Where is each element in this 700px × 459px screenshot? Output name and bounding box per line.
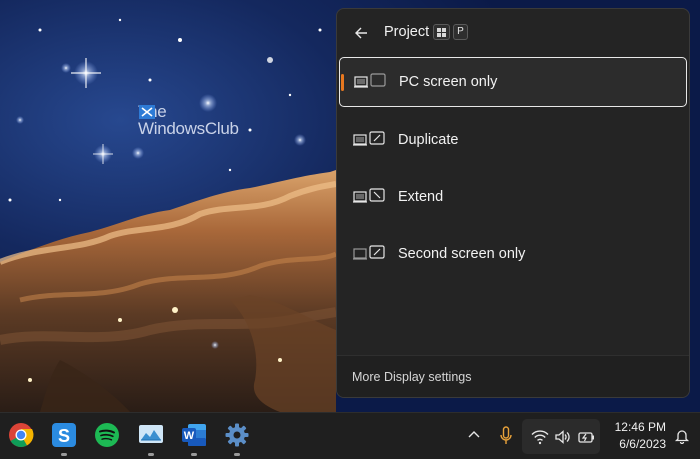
running-indicator xyxy=(191,453,197,456)
settings-icon[interactable] xyxy=(224,422,250,448)
svg-text:S: S xyxy=(58,426,70,446)
svg-text:W: W xyxy=(184,430,195,442)
clock-time: 12:46 PM xyxy=(614,420,666,434)
microphone-icon[interactable] xyxy=(499,426,513,446)
chrome-icon[interactable] xyxy=(8,422,34,448)
snagit-icon[interactable]: S xyxy=(51,422,77,448)
clock[interactable]: 12:46 PM 6/6/2023 xyxy=(606,419,666,453)
option-second-screen-only[interactable]: Second screen only xyxy=(339,230,687,280)
windows-key-icon xyxy=(433,24,450,40)
volume-icon xyxy=(555,430,570,444)
running-indicator xyxy=(148,453,154,456)
option-extend[interactable]: Extend xyxy=(339,173,687,223)
pc-screen-only-icon xyxy=(354,73,386,88)
quick-settings-button[interactable] xyxy=(522,419,600,454)
flyout-footer: More Display settings xyxy=(337,355,689,397)
p-key: P xyxy=(453,24,468,40)
taskbar: S W 12:46 PM 6/6/2023 xyxy=(0,412,700,459)
bell-icon[interactable] xyxy=(674,428,690,444)
more-display-settings-link[interactable]: More Display settings xyxy=(352,370,472,384)
wifi-icon xyxy=(531,430,549,445)
option-duplicate[interactable]: Duplicate xyxy=(339,116,687,166)
duplicate-icon xyxy=(353,131,385,146)
spotify-icon[interactable] xyxy=(94,422,120,448)
extend-icon xyxy=(353,188,385,203)
option-label: Second screen only xyxy=(398,246,526,262)
option-label: Extend xyxy=(398,189,444,205)
photos-icon[interactable] xyxy=(138,422,164,448)
option-pc-screen-only[interactable]: PC screen only xyxy=(339,57,687,107)
watermark-line2: WindowsClub xyxy=(138,119,239,138)
second-screen-only-icon xyxy=(353,245,385,260)
flyout-title: Project xyxy=(384,24,430,40)
running-indicator xyxy=(61,453,67,456)
option-label: PC screen only xyxy=(399,74,498,90)
clock-date: 6/6/2023 xyxy=(619,437,666,451)
battery-icon xyxy=(578,432,594,443)
chevron-up-icon[interactable] xyxy=(467,429,481,439)
back-arrow-icon[interactable] xyxy=(353,25,369,41)
project-flyout: Project P PC screen only Duplicate Exten… xyxy=(336,8,690,398)
selected-indicator xyxy=(341,74,344,91)
word-icon[interactable]: W xyxy=(181,422,207,448)
watermark: The WindowsClub xyxy=(138,103,248,143)
flyout-header: Project P xyxy=(337,9,689,55)
watermark-logo-icon xyxy=(139,105,155,119)
running-indicator xyxy=(234,453,240,456)
option-label: Duplicate xyxy=(398,132,459,148)
